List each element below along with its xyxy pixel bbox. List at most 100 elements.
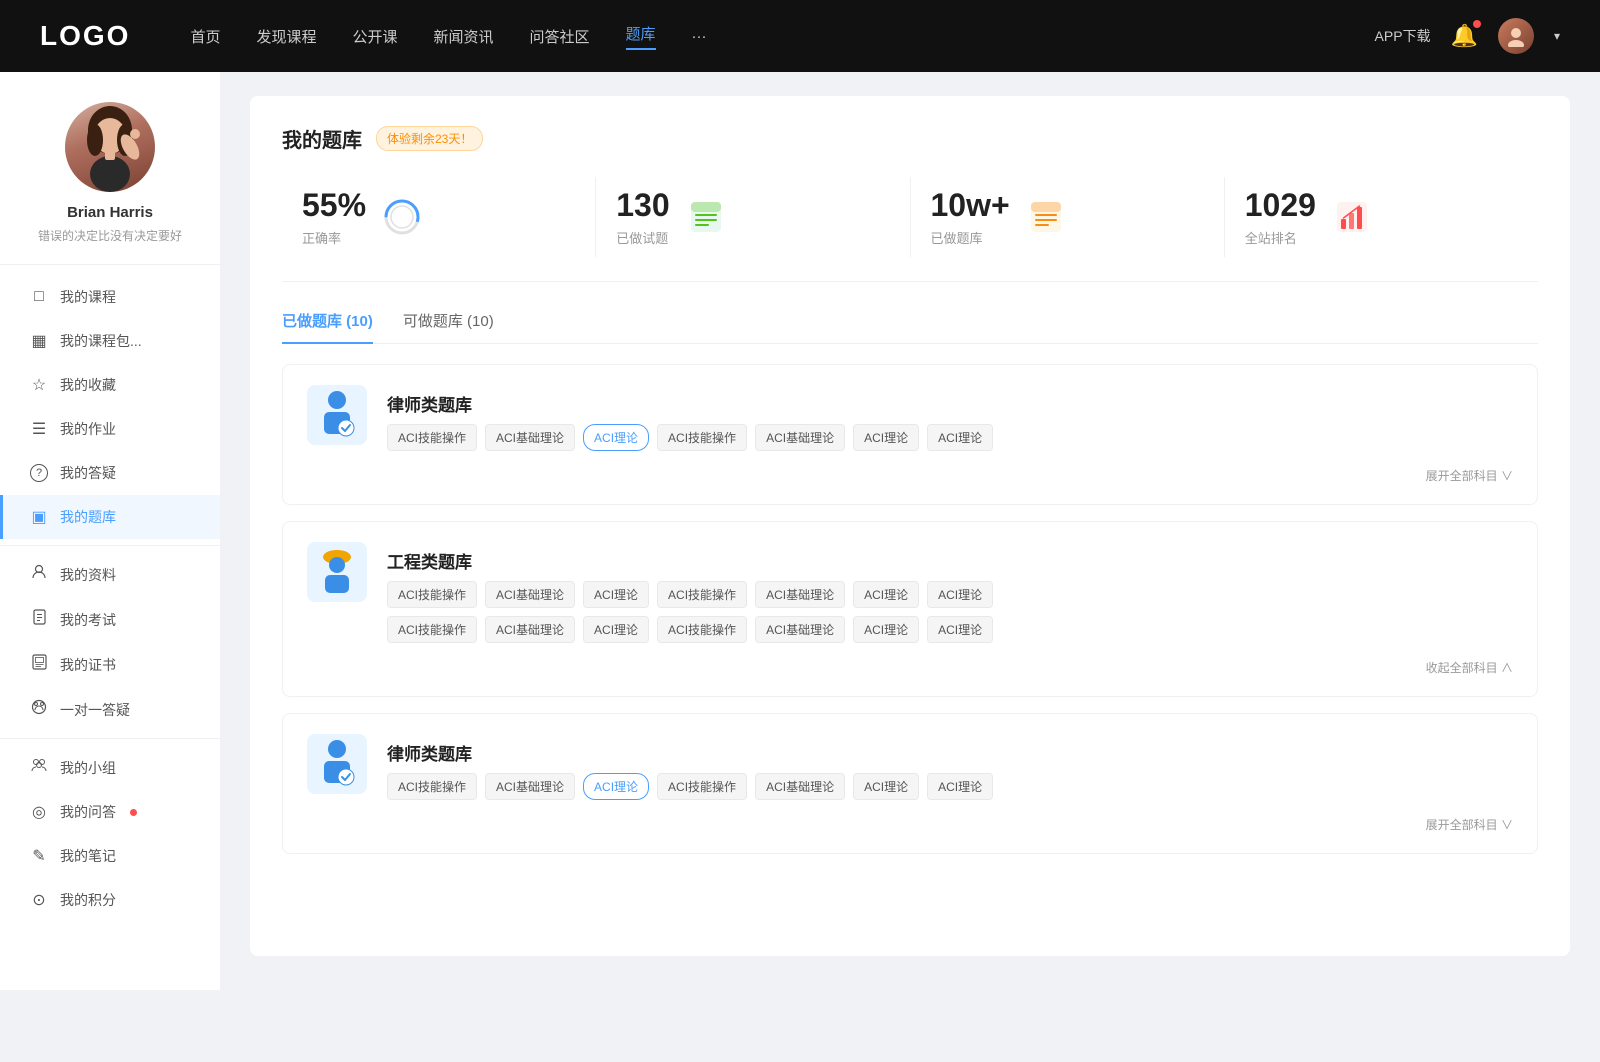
- cert-icon: [30, 654, 48, 675]
- sidebar-item-question-bank[interactable]: ▣ 我的题库: [0, 495, 220, 539]
- sidebar-item-course[interactable]: □ 我的课程: [0, 275, 220, 319]
- bank-tag[interactable]: ACI技能操作: [387, 773, 477, 800]
- bank-tag[interactable]: ACI基础理论: [485, 773, 575, 800]
- pie-chart-icon: [383, 198, 421, 236]
- avatar[interactable]: [1498, 18, 1534, 54]
- notification-bell[interactable]: 🔔: [1451, 23, 1478, 49]
- tab-done[interactable]: 已做题库 (10): [282, 310, 373, 343]
- nav-qa[interactable]: 问答社区: [530, 26, 590, 47]
- avatar-icon: [1505, 25, 1527, 47]
- navbar-right: APP下载 🔔 ▾: [1375, 18, 1560, 54]
- sidebar-item-label: 我的考试: [60, 610, 116, 630]
- qa-icon: ?: [30, 464, 48, 482]
- bank-engineer-icon: [307, 542, 367, 602]
- bank-tag[interactable]: ACI基础理论: [755, 581, 845, 608]
- sidebar-item-course-pkg[interactable]: ▦ 我的课程包...: [0, 319, 220, 363]
- tab-available[interactable]: 可做题库 (10): [403, 310, 494, 343]
- bank-tag[interactable]: ACI技能操作: [387, 581, 477, 608]
- bank-tag[interactable]: ACI理论: [853, 581, 919, 608]
- expand-button[interactable]: 展开全部科目 ∨: [1426, 816, 1513, 833]
- bank-card-engineer-header: 工程类题库 ACI技能操作 ACI基础理论 ACI理论 ACI技能操作 ACI基…: [307, 542, 1513, 643]
- bank-tag[interactable]: ACI技能操作: [387, 616, 477, 643]
- sidebar-item-label: 我的笔记: [60, 846, 116, 866]
- profile-name: Brian Harris: [67, 204, 153, 221]
- sidebar-item-homework[interactable]: ☰ 我的作业: [0, 407, 220, 451]
- bank-lawyer2-footer: 展开全部科目 ∨: [307, 816, 1513, 833]
- nav-discover[interactable]: 发现课程: [256, 26, 316, 47]
- sidebar-item-profile[interactable]: 我的资料: [0, 552, 220, 597]
- menu-divider-2: [0, 738, 220, 739]
- sidebar-item-collect[interactable]: ☆ 我的收藏: [0, 363, 220, 407]
- bank-icon: ▣: [30, 507, 48, 527]
- expand-button[interactable]: 展开全部科目 ∨: [1426, 467, 1513, 484]
- bank-tag[interactable]: ACI理论: [927, 424, 993, 451]
- bank-tag[interactable]: ACI基础理论: [755, 424, 845, 451]
- bank-tag[interactable]: ACI理论: [583, 581, 649, 608]
- stat-questions-value: 130: [616, 187, 669, 224]
- bank-tag[interactable]: ACI基础理论: [755, 773, 845, 800]
- sidebar-item-tutor[interactable]: 一对一答疑: [0, 687, 220, 732]
- stat-accuracy-content: 55% 正确率: [302, 187, 366, 247]
- collapse-button[interactable]: 收起全部科目 ∧: [1426, 659, 1513, 676]
- stat-rank-value: 1029: [1245, 187, 1316, 224]
- stat-banks-icon: [1026, 197, 1066, 237]
- lawyer2-figure-icon: [314, 739, 360, 789]
- sidebar-item-label: 我的小组: [60, 758, 116, 778]
- sidebar-item-label: 我的答疑: [60, 463, 116, 483]
- list-green-icon: [688, 199, 724, 235]
- course-pkg-icon: ▦: [30, 331, 48, 351]
- sidebar-item-cert[interactable]: 我的证书: [0, 642, 220, 687]
- bank-lawyer2-tags: ACI技能操作 ACI基础理论 ACI理论 ACI技能操作 ACI基础理论 AC…: [387, 773, 993, 800]
- bank-tag[interactable]: ACI理论: [853, 424, 919, 451]
- bank-tag[interactable]: ACI基础理论: [485, 424, 575, 451]
- bank-tag[interactable]: ACI技能操作: [657, 773, 747, 800]
- collect-icon: ☆: [30, 375, 48, 395]
- stats-row: 55% 正确率 130 已做试题: [282, 177, 1538, 282]
- bank-tag[interactable]: ACI技能操作: [657, 581, 747, 608]
- user-menu-chevron[interactable]: ▾: [1554, 29, 1560, 43]
- bank-tag[interactable]: ACI基础理论: [485, 616, 575, 643]
- stat-questions-done: 130 已做试题: [596, 177, 910, 257]
- sidebar-item-label: 我的题库: [60, 507, 116, 527]
- bank-tag[interactable]: ACI理论: [853, 773, 919, 800]
- sidebar-item-notes[interactable]: ✎ 我的笔记: [0, 834, 220, 878]
- sidebar-item-group[interactable]: 我的小组: [0, 745, 220, 790]
- stat-accuracy-value: 55%: [302, 187, 366, 224]
- nav-more[interactable]: ···: [692, 28, 707, 45]
- profile-avatar: [65, 102, 155, 192]
- bank-tag[interactable]: ACI技能操作: [657, 424, 747, 451]
- bank-tag[interactable]: ACI理论: [853, 616, 919, 643]
- sidebar-item-points[interactable]: ⊙ 我的积分: [0, 878, 220, 922]
- sidebar-item-qa[interactable]: ? 我的答疑: [0, 451, 220, 495]
- nav-home[interactable]: 首页: [190, 26, 220, 47]
- bank-tag[interactable]: ACI技能操作: [657, 616, 747, 643]
- nav-bank[interactable]: 题库: [626, 23, 656, 50]
- bank-tag-active[interactable]: ACI理论: [583, 773, 649, 800]
- sidebar-item-label: 我的作业: [60, 419, 116, 439]
- bank-tag[interactable]: ACI基础理论: [485, 581, 575, 608]
- sidebar-item-label: 我的课程: [60, 287, 116, 307]
- stat-rank-icon: [1332, 197, 1372, 237]
- bank-tag[interactable]: ACI基础理论: [755, 616, 845, 643]
- bank-tag[interactable]: ACI技能操作: [387, 424, 477, 451]
- bank-tag[interactable]: ACI理论: [583, 616, 649, 643]
- group-icon: [30, 757, 48, 778]
- stat-banks-content: 10w+ 已做题库: [931, 187, 1010, 247]
- app-download-button[interactable]: APP下载: [1375, 26, 1431, 46]
- sidebar-item-label: 我的问答: [60, 802, 116, 822]
- bank-tag[interactable]: ACI理论: [927, 581, 993, 608]
- nav-news[interactable]: 新闻资讯: [434, 26, 494, 47]
- bank-tag-active[interactable]: ACI理论: [583, 424, 649, 451]
- bank-engineer-tags-row1: ACI技能操作 ACI基础理论 ACI理论 ACI技能操作 ACI基础理论 AC…: [387, 581, 1513, 608]
- main-layout: Brian Harris 错误的决定比没有决定要好 □ 我的课程 ▦ 我的课程包…: [0, 72, 1600, 990]
- bank-tag[interactable]: ACI理论: [927, 616, 993, 643]
- avatar-silhouette: [65, 102, 155, 192]
- sidebar-item-label: 一对一答疑: [60, 700, 130, 720]
- bank-lawyer-title: 律师类题库: [387, 385, 993, 416]
- sidebar-item-qanda[interactable]: ◎ 我的问答: [0, 790, 220, 834]
- nav-openclass[interactable]: 公开课: [352, 26, 397, 47]
- sidebar-item-exam[interactable]: 我的考试: [0, 597, 220, 642]
- main-content: 我的题库 体验剩余23天！ 55% 正确率: [220, 72, 1600, 990]
- bank-tag[interactable]: ACI理论: [927, 773, 993, 800]
- bank-lawyer2-info: 律师类题库 ACI技能操作 ACI基础理论 ACI理论 ACI技能操作 ACI基…: [387, 734, 993, 800]
